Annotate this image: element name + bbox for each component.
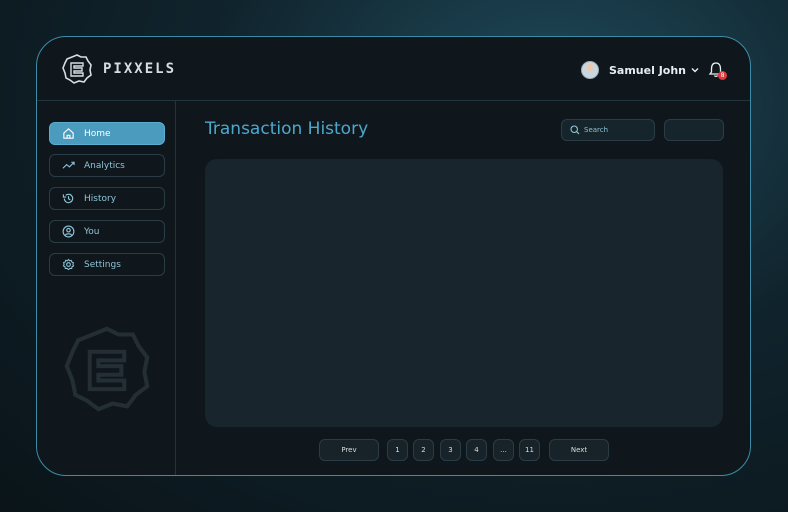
- transaction-table-panel: [205, 159, 723, 427]
- sidebar-item-label: Settings: [84, 259, 121, 270]
- user-name: Samuel John: [609, 63, 687, 77]
- brand-logo[interactable]: PIXXELS: [61, 53, 176, 85]
- user-icon: [62, 225, 75, 238]
- pagination: Prev 1 2 3 4 ... 11 Next: [37, 439, 750, 461]
- brand-name: PIXXELS: [103, 61, 177, 77]
- sidebar-item-settings[interactable]: Settings: [49, 253, 165, 276]
- page-button-3[interactable]: 3: [440, 439, 461, 461]
- next-button[interactable]: Next: [549, 439, 609, 461]
- sidebar: Home Analytics History You Settings: [37, 101, 176, 475]
- page-title: Transaction History: [205, 119, 369, 139]
- sidebar-item-label: History: [84, 193, 117, 204]
- chevron-down-icon: [691, 68, 699, 73]
- avatar: [581, 61, 599, 79]
- app-window: PIXXELS Samuel John 8 Home Analytics His…: [36, 36, 751, 476]
- filter-button[interactable]: [664, 119, 724, 141]
- page-ellipsis: ...: [493, 439, 514, 461]
- gear-icon: [62, 258, 75, 271]
- sidebar-item-label: You: [84, 226, 100, 237]
- sidebar-item-analytics[interactable]: Analytics: [49, 154, 165, 177]
- search-box[interactable]: [561, 119, 655, 141]
- notifications-button[interactable]: 8: [707, 61, 727, 80]
- search-input[interactable]: [584, 126, 654, 134]
- user-menu[interactable]: Samuel John: [581, 61, 699, 79]
- sidebar-item-label: Home: [84, 128, 111, 139]
- notification-badge: 8: [718, 71, 727, 80]
- page-button-4[interactable]: 4: [466, 439, 487, 461]
- logo-watermark-icon: [64, 326, 150, 412]
- search-icon: [570, 125, 580, 135]
- sidebar-item-home[interactable]: Home: [49, 122, 165, 145]
- page-button-2[interactable]: 2: [413, 439, 434, 461]
- pixxels-logo-icon: [62, 54, 92, 84]
- top-bar: PIXXELS Samuel John 8: [37, 37, 750, 101]
- sidebar-item-label: Analytics: [84, 160, 125, 171]
- page-button-1[interactable]: 1: [387, 439, 408, 461]
- sidebar-item-you[interactable]: You: [49, 220, 165, 243]
- page-button-11[interactable]: 11: [519, 439, 540, 461]
- sidebar-item-history[interactable]: History: [49, 187, 165, 210]
- prev-button[interactable]: Prev: [319, 439, 379, 461]
- home-icon: [63, 128, 74, 139]
- trend-icon: [62, 161, 75, 169]
- history-icon: [62, 193, 74, 204]
